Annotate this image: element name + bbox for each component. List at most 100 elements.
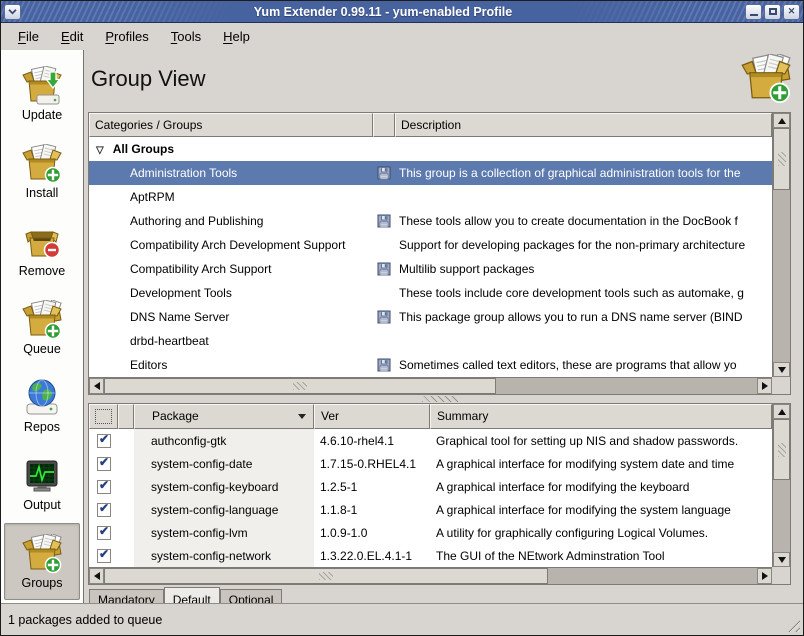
installed-floppy-icon: [377, 166, 391, 180]
menu-tools[interactable]: Tools: [162, 25, 210, 48]
sidebar-item-repos[interactable]: Repos: [4, 367, 80, 444]
splitter-grip-icon: [422, 396, 458, 402]
group-row[interactable]: Editors Sometimes called text editors, t…: [89, 353, 772, 377]
packages-vertical-scrollbar[interactable]: [772, 404, 790, 567]
scroll-thumb[interactable]: [773, 128, 790, 190]
package-checkbox[interactable]: [97, 503, 111, 517]
package-row[interactable]: system-config-language 1.1.8-1 A graphic…: [89, 498, 772, 521]
scroll-right-button[interactable]: [757, 378, 772, 394]
column-header-ver[interactable]: Ver: [314, 404, 430, 429]
package-checkbox[interactable]: [97, 526, 111, 540]
sidebar-item-install[interactable]: Install: [4, 133, 80, 210]
scroll-right-button[interactable]: [757, 568, 772, 584]
scroll-up-button[interactable]: [773, 404, 790, 419]
scroll-thumb[interactable]: [104, 568, 548, 584]
group-root-row[interactable]: All Groups: [89, 137, 772, 161]
statusbar: 1 packages added to queue: [1, 603, 803, 635]
close-button[interactable]: [783, 4, 800, 20]
scroll-down-button[interactable]: [773, 362, 790, 377]
titlebar[interactable]: Yum Extender 0.99.11 - yum-enabled Profi…: [1, 1, 803, 23]
app-window: Yum Extender 0.99.11 - yum-enabled Profi…: [0, 0, 804, 636]
groups-vertical-scrollbar[interactable]: [772, 113, 790, 377]
scroll-thumb[interactable]: [773, 419, 790, 480]
scroll-left-button[interactable]: [89, 568, 104, 584]
package-row[interactable]: authconfig-gtk 4.6.10-rhel4.1 Graphical …: [89, 429, 772, 452]
group-row[interactable]: Compatibility Arch Support Multilib supp…: [89, 257, 772, 281]
package-checkbox[interactable]: [97, 434, 111, 448]
sidebar-item-remove[interactable]: Remove: [4, 211, 80, 288]
chevron-down-icon: [8, 8, 17, 15]
sort-descending-icon: [298, 414, 306, 419]
column-header-select[interactable]: [89, 404, 118, 429]
remove-box-icon: [22, 222, 62, 262]
column-header-summary[interactable]: Summary: [430, 404, 772, 429]
groups-pane: Categories / Groups Description All Grou…: [88, 112, 791, 395]
column-header-status[interactable]: [373, 113, 395, 137]
arrow-up-icon: [778, 409, 786, 415]
scroll-left-button[interactable]: [89, 378, 104, 394]
menu-file[interactable]: File: [9, 25, 48, 48]
scroll-track[interactable]: [104, 568, 757, 584]
package-row[interactable]: system-config-keyboard 1.2.5-1 A graphic…: [89, 475, 772, 498]
minimize-icon: [750, 14, 758, 16]
group-row[interactable]: Development Tools These tools include co…: [89, 281, 772, 305]
scroll-down-button[interactable]: [773, 552, 790, 567]
scroll-track[interactable]: [773, 128, 790, 362]
packages-horizontal-scrollbar[interactable]: [89, 567, 772, 584]
arrow-left-icon: [94, 572, 100, 580]
groups-header-icon: [741, 54, 791, 104]
group-row[interactable]: Administration Tools This group is a col…: [89, 161, 772, 185]
expander-open-icon[interactable]: [96, 142, 104, 156]
group-row[interactable]: DNS Name Server This package group allow…: [89, 305, 772, 329]
group-row[interactable]: AptRPM: [89, 185, 772, 209]
package-row[interactable]: system-config-date 1.7.15-0.RHEL4.1 A gr…: [89, 452, 772, 475]
queue-boxes-icon: [22, 300, 62, 340]
column-header-package[interactable]: Package: [134, 404, 314, 429]
installed-floppy-icon: [377, 358, 391, 372]
menu-edit[interactable]: Edit: [52, 25, 92, 48]
packages-pane: Package Ver Summary authconfig-gtk 4.6.1…: [88, 403, 791, 585]
maximize-icon: [769, 8, 777, 15]
installed-floppy-icon: [377, 214, 391, 228]
package-row[interactable]: system-config-network 1.3.22.0.EL.4.1-1 …: [89, 544, 772, 567]
window-menu-button[interactable]: [4, 4, 21, 20]
column-header-spacer[interactable]: [118, 404, 134, 429]
scroll-up-button[interactable]: [773, 113, 790, 128]
sidebar-toolbar: Update Install Remove Queue Repos Output: [1, 50, 84, 603]
menu-profiles[interactable]: Profiles: [96, 25, 157, 48]
groups-boxes-icon: [22, 534, 62, 574]
sidebar-item-output[interactable]: Output: [4, 445, 80, 522]
sidebar-item-groups[interactable]: Groups: [4, 523, 80, 600]
pane-splitter[interactable]: [88, 395, 791, 403]
page-title: Group View: [91, 66, 206, 92]
groups-horizontal-scrollbar[interactable]: [89, 377, 772, 394]
column-header-description[interactable]: Description: [395, 113, 772, 137]
group-row[interactable]: Compatibility Arch Development Support S…: [89, 233, 772, 257]
sidebar-item-update[interactable]: Update: [4, 55, 80, 132]
menu-help[interactable]: Help: [214, 25, 259, 48]
arrow-down-icon: [778, 557, 786, 563]
group-row[interactable]: Authoring and Publishing These tools all…: [89, 209, 772, 233]
window-title: Yum Extender 0.99.11 - yum-enabled Profi…: [23, 5, 743, 19]
column-header-categories-groups[interactable]: Categories / Groups: [89, 113, 373, 137]
sidebar-item-queue[interactable]: Queue: [4, 289, 80, 366]
package-checkbox[interactable]: [97, 480, 111, 494]
scroll-track[interactable]: [773, 419, 790, 552]
status-text: 1 packages added to queue: [8, 613, 162, 627]
package-row[interactable]: system-config-lvm 1.0.9-1.0 A utility fo…: [89, 521, 772, 544]
resize-grip[interactable]: [787, 619, 800, 632]
repos-globe-icon: [22, 378, 62, 418]
package-checkbox[interactable]: [97, 549, 111, 563]
package-checkbox[interactable]: [97, 457, 111, 471]
update-box-icon: [22, 66, 62, 106]
arrow-up-icon: [778, 118, 786, 124]
maximize-button[interactable]: [764, 4, 781, 20]
installed-floppy-icon: [377, 310, 391, 324]
scroll-track[interactable]: [104, 378, 757, 394]
group-row[interactable]: drbd-heartbeat: [89, 329, 772, 353]
arrow-down-icon: [778, 367, 786, 373]
install-box-icon: [22, 144, 62, 184]
minimize-button[interactable]: [745, 4, 762, 20]
scroll-thumb[interactable]: [104, 378, 496, 394]
installed-floppy-icon: [377, 262, 391, 276]
